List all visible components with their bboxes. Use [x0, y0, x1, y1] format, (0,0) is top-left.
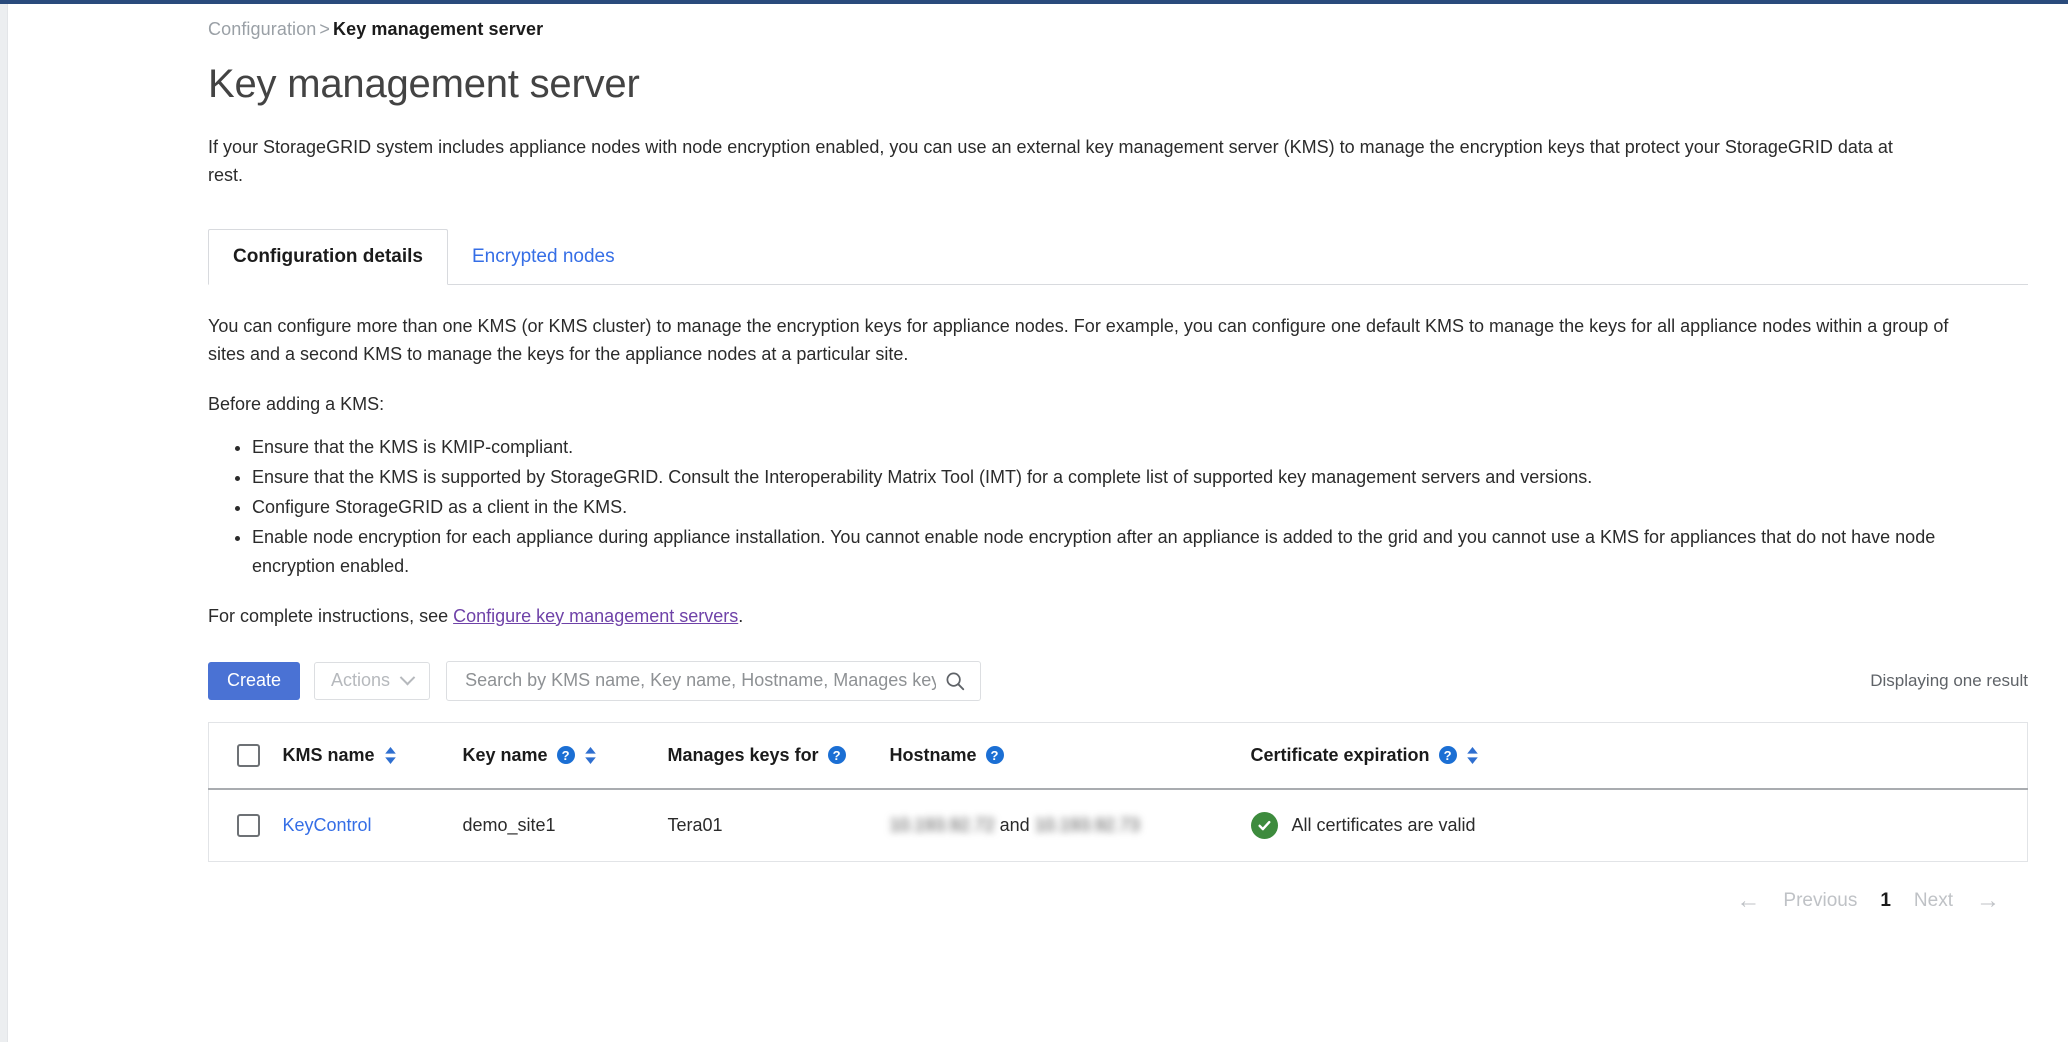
tab-bar: Configuration details Encrypted nodes: [208, 228, 2028, 285]
previous-arrow-icon[interactable]: ←: [1736, 888, 1760, 913]
create-button[interactable]: Create: [208, 661, 301, 700]
column-label-certificate-expiration: Certificate expiration: [1250, 744, 1430, 765]
list-item: Configure StorageGRID as a client in the…: [252, 493, 1998, 521]
list-item: Ensure that the KMS is supported by Stor…: [252, 463, 1998, 491]
sort-icon[interactable]: [1466, 746, 1479, 765]
instructions-prefix: For complete instructions, see: [208, 605, 454, 626]
previous-page-button[interactable]: Previous: [1783, 890, 1857, 912]
kms-name-link[interactable]: KeyControl: [283, 815, 372, 835]
tab-encrypted-nodes[interactable]: Encrypted nodes: [448, 230, 639, 284]
breadcrumb-root[interactable]: Configuration: [208, 19, 316, 39]
column-header-key-name: Key name ?: [463, 722, 668, 789]
result-count-label: Displaying one result: [1870, 670, 2028, 690]
table-toolbar: Create Actions Displaying one result: [208, 660, 2028, 701]
help-icon[interactable]: ?: [827, 746, 846, 765]
breadcrumb: Configuration > Key management server: [208, 19, 2028, 40]
instructions-suffix: .: [738, 605, 744, 626]
before-adding-heading: Before adding a KMS:: [208, 394, 385, 415]
next-page-button[interactable]: Next: [1914, 890, 1953, 912]
help-icon[interactable]: ?: [556, 746, 575, 765]
column-label-kms-name: KMS name: [282, 744, 375, 765]
search-icon[interactable]: [944, 670, 966, 692]
table-header: KMS name Key name ? Manages keys for ? H…: [208, 722, 2028, 789]
actions-dropdown-button[interactable]: Actions: [314, 661, 431, 700]
chevron-down-icon: [399, 670, 416, 686]
status-badge: All certificates are valid: [1291, 814, 1476, 835]
hostname-primary: 10.193.92.72: [889, 814, 995, 835]
row-checkbox[interactable]: [237, 813, 260, 837]
instructions-line: For complete instructions, see Configure…: [208, 606, 2028, 627]
kms-table: KMS name Key name ? Manages keys for ? H…: [208, 721, 2028, 862]
page-content: Configuration > Key management server Key …: [9, 4, 2068, 1042]
column-header-manages-keys-for: Manages keys for ?: [668, 722, 890, 789]
row-select-cell: [209, 789, 283, 862]
cell-hostname: 10.193.92.72 and 10.193.92.73: [890, 789, 1251, 862]
cell-key-name: demo_site1: [462, 814, 556, 835]
column-header-hostname: Hostname ?: [890, 722, 1251, 789]
column-label-key-name: Key name: [462, 744, 548, 765]
column-header-kms-name: KMS name: [283, 722, 463, 789]
page-title: Key management server: [208, 62, 640, 106]
hostname-conjunction: and: [999, 814, 1030, 835]
column-header-select-all: [209, 722, 283, 789]
search-box[interactable]: [446, 660, 982, 701]
list-item: Ensure that the KMS is KMIP-compliant.: [252, 433, 1998, 461]
cell-certificate-expiration: All certificates are valid: [1250, 789, 2028, 862]
pagination: ← Previous 1 Next →: [208, 888, 2028, 913]
search-input[interactable]: [463, 669, 939, 693]
next-arrow-icon[interactable]: →: [1976, 888, 2000, 913]
configure-kms-doc-link[interactable]: Configure key management servers: [453, 606, 738, 626]
tab-configuration-details[interactable]: Configuration details: [208, 229, 448, 285]
prerequisite-list: Ensure that the KMS is KMIP-compliant. E…: [208, 433, 1998, 580]
help-icon[interactable]: ?: [985, 746, 1004, 765]
cell-kms-name: KeyControl: [283, 789, 463, 862]
column-label-hostname: Hostname: [889, 744, 977, 765]
table-header-row: KMS name Key name ? Manages keys for ? H…: [208, 722, 2028, 789]
column-header-certificate-expiration: Certificate expiration ?: [1251, 722, 2028, 789]
table-body: KeyControl demo_site1 Tera01 10.193.92.7…: [209, 789, 2028, 862]
breadcrumb-current: Key management server: [333, 19, 544, 39]
cell-manages-keys-for: Tera01: [667, 814, 723, 835]
select-all-checkbox[interactable]: [237, 743, 260, 767]
help-icon[interactable]: ?: [1438, 746, 1457, 765]
table-row: KeyControl demo_site1 Tera01 10.193.92.7…: [209, 789, 2028, 862]
hostname-secondary: 10.193.92.73: [1034, 814, 1140, 835]
actions-dropdown-label: Actions: [331, 670, 391, 691]
column-label-manages-keys-for: Manages keys for: [667, 744, 819, 765]
page-number-1[interactable]: 1: [1880, 890, 1891, 912]
sort-icon[interactable]: [584, 746, 597, 765]
left-nav-rail: [0, 4, 8, 1042]
kms-description-paragraph: You can configure more than one KMS (or …: [208, 315, 1949, 365]
success-check-icon: [1250, 811, 1278, 839]
page-intro-text: If your StorageGRID system includes appl…: [208, 137, 1893, 185]
breadcrumb-separator: >: [319, 19, 330, 39]
list-item: Enable node encryption for each applianc…: [252, 523, 1998, 580]
sort-icon[interactable]: [384, 746, 397, 765]
